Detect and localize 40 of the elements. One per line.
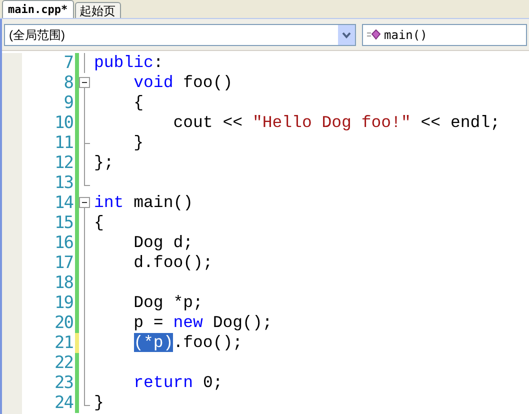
code-line: void foo(): [132, 73, 233, 93]
line-number: 14: [54, 193, 73, 213]
document-tab[interactable]: 起始页: [74, 2, 121, 18]
line-number: 21: [54, 333, 73, 353]
line-number: 24: [54, 393, 73, 413]
collapse-icon[interactable]: [79, 77, 90, 93]
line-number: 10: [54, 113, 73, 133]
line-number: 17: [54, 253, 73, 273]
code-line: (*p).foo();: [132, 333, 243, 353]
line-number: 22: [54, 353, 73, 373]
line-number: 15: [54, 213, 73, 233]
line-number: 23: [54, 373, 73, 393]
line-number: 13: [54, 173, 73, 193]
code-line: }: [132, 133, 144, 153]
line-number: 7: [62, 53, 73, 73]
line-number: 12: [54, 153, 73, 173]
collapse-icon[interactable]: [79, 197, 90, 213]
code-line: {: [93, 213, 104, 233]
line-number: 19: [54, 293, 73, 313]
member-dropdown[interactable]: main(): [362, 24, 527, 46]
scope-dropdown[interactable]: (全局范围): [4, 24, 356, 46]
line-number: 11: [54, 133, 73, 153]
line-number: 9: [62, 93, 73, 113]
code-line: return 0;: [132, 373, 223, 393]
code-line: public:: [93, 53, 164, 73]
line-number: 20: [54, 313, 73, 333]
code-line: Dog *p;: [132, 293, 203, 313]
code-line: p = new Dog();: [132, 313, 272, 333]
line-number: 16: [54, 233, 73, 253]
code-line: int main(): [93, 193, 194, 213]
method-icon: [367, 28, 381, 40]
document-tab[interactable]: main.cpp*: [2, 0, 74, 18]
code-line: };: [93, 153, 114, 173]
code-line: {: [132, 93, 144, 113]
code-line: }: [93, 393, 104, 413]
code-line: cout << "Hello Dog foo!" << endl;: [172, 113, 500, 133]
line-number: 18: [54, 273, 73, 293]
line-number: 8: [62, 73, 73, 93]
code-line: d.foo();: [132, 253, 213, 273]
code-line: Dog d;: [132, 233, 194, 253]
